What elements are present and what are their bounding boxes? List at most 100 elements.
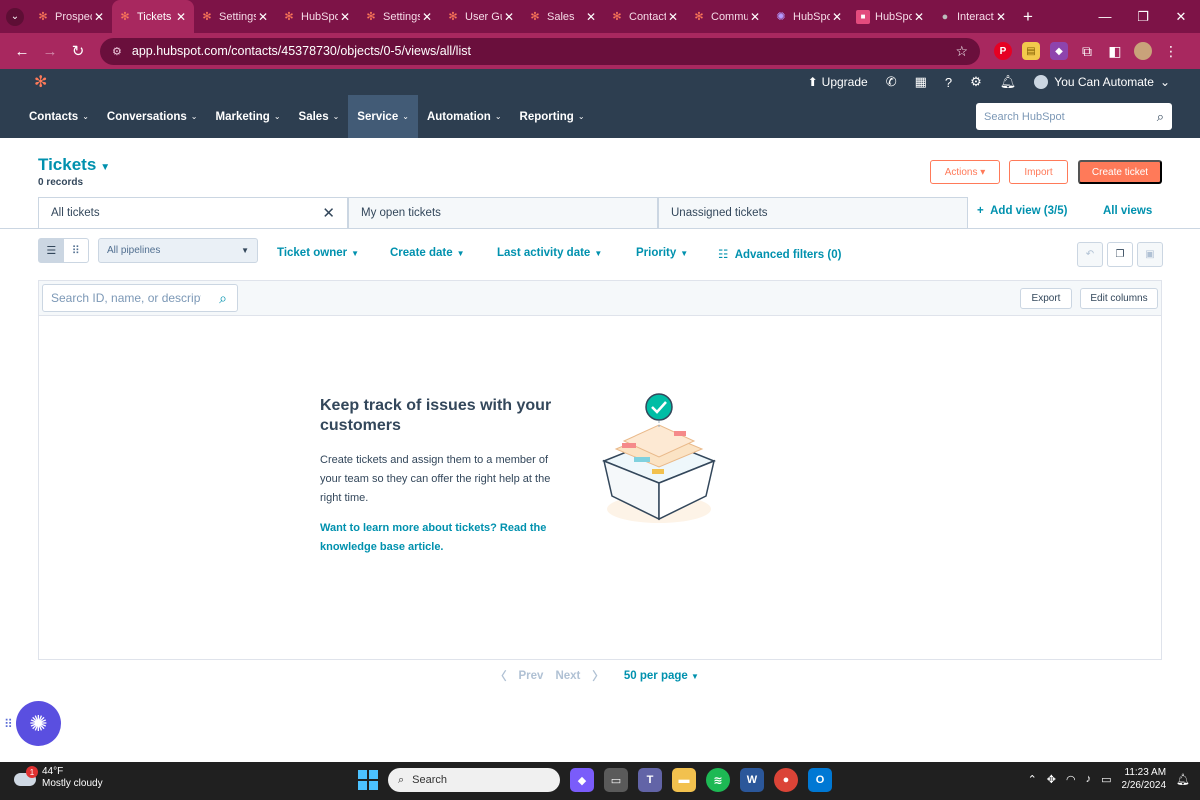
actions-button[interactable]: Actions ▾ — [930, 160, 1000, 184]
list-view-icon[interactable]: ☰ — [39, 239, 64, 262]
table-search-input[interactable] — [51, 291, 201, 305]
dropbox-icon[interactable]: ✥ — [1047, 773, 1056, 786]
advanced-filters-button[interactable]: ☷ Advanced filters (0) — [718, 247, 841, 261]
close-icon[interactable]: ✕ — [256, 10, 270, 24]
back-icon[interactable]: ← — [8, 43, 36, 60]
next-page-button[interactable]: Next — [555, 670, 580, 682]
close-icon[interactable]: ✕ — [830, 10, 844, 24]
profile-avatar-icon[interactable] — [1134, 42, 1152, 60]
page-title[interactable]: Tickets ▼ — [38, 155, 110, 175]
nav-marketing[interactable]: Marketing ⌄ — [207, 95, 290, 138]
nav-contacts[interactable]: Contacts ⌄ — [20, 95, 98, 138]
chrome-icon[interactable]: ● — [774, 768, 798, 792]
browser-tab[interactable]: ● Interact ✕ — [932, 0, 1014, 33]
prev-page-button[interactable]: Prev — [519, 670, 544, 682]
calling-icon[interactable]: ✆ — [886, 74, 897, 90]
copilot-icon[interactable]: ◆ — [570, 768, 594, 792]
browser-tab[interactable]: ■HubSpot✕ — [850, 0, 932, 33]
close-window-icon[interactable]: ✕ — [1162, 9, 1200, 25]
notifications-bell-icon[interactable]: 🔔︎ — [1000, 74, 1017, 90]
all-views-link[interactable]: All views — [1103, 205, 1152, 217]
upgrade-button[interactable]: ⬆ Upgrade — [808, 75, 868, 89]
nav-sales[interactable]: Sales ⌄ — [290, 95, 349, 138]
bookmark-star-icon[interactable]: ☆ — [955, 43, 968, 60]
search-icon[interactable]: ⌕ — [1157, 109, 1164, 125]
tab-my-open-tickets[interactable]: My open tickets — [348, 197, 658, 229]
drag-handle-icon[interactable]: ⠿ — [4, 717, 13, 731]
reload-icon[interactable]: ↻ — [64, 42, 92, 60]
teams-icon[interactable]: T — [638, 768, 662, 792]
browser-tab[interactable]: ✻Prospects✕ — [30, 0, 112, 33]
minimize-icon[interactable]: — — [1086, 9, 1124, 25]
battery-icon[interactable]: ▭ — [1101, 773, 1111, 786]
per-page-select[interactable]: 50 per page ▼ — [624, 670, 699, 682]
side-panel-icon[interactable]: ◧ — [1106, 42, 1124, 60]
weather-widget[interactable]: 1 44°F Mostly cloudy — [14, 766, 103, 790]
browser-tab[interactable]: ✻ Settings ✕ — [194, 0, 276, 33]
help-icon[interactable]: ? — [945, 75, 952, 90]
browser-tab[interactable]: ✻ Settings ✕ — [358, 0, 440, 33]
knowledge-base-link[interactable]: Want to learn more about tickets? Read t… — [320, 519, 560, 557]
undo-icon[interactable]: ↶ — [1077, 242, 1103, 267]
close-icon[interactable]: ✕ — [748, 10, 762, 24]
search-icon[interactable]: ⌕ — [219, 290, 227, 307]
chevron-right-icon[interactable]: 〉 — [592, 668, 604, 684]
add-view-button[interactable]: + Add view (3/5) — [977, 205, 1067, 217]
taskbar-search[interactable]: ⌕ Search — [388, 768, 560, 792]
windows-start-icon[interactable] — [358, 770, 378, 790]
browser-tab[interactable]: ✻Community✕ — [686, 0, 768, 33]
browser-tab-active[interactable]: ✻ Tickets ✕ — [112, 0, 194, 33]
filter-priority[interactable]: Priority ▼ — [636, 247, 688, 259]
browser-tab[interactable]: ✻ Sales ✕ — [522, 0, 604, 33]
close-icon[interactable]: ✕ — [92, 10, 106, 24]
edit-columns-button[interactable]: Edit columns — [1080, 288, 1158, 309]
close-icon[interactable]: ✕ — [994, 10, 1008, 24]
close-icon[interactable]: ✕ — [322, 204, 335, 222]
tab-search-button[interactable]: ⌄ — [0, 0, 30, 33]
import-button[interactable]: Import — [1009, 160, 1068, 184]
browser-tab[interactable]: ✻HubSpot✕ — [276, 0, 358, 33]
nav-reporting[interactable]: Reporting ⌄ — [511, 95, 594, 138]
chevron-up-icon[interactable]: ⌃ — [1028, 773, 1037, 786]
filter-last-activity-date[interactable]: Last activity date ▼ — [497, 247, 602, 259]
word-icon[interactable]: W — [740, 768, 764, 792]
new-tab-button[interactable]: + — [1014, 7, 1042, 27]
create-ticket-button[interactable]: Create ticket — [1078, 160, 1162, 184]
tab-all-tickets[interactable]: All tickets ✕ — [38, 197, 348, 229]
pinterest-icon[interactable]: P — [994, 42, 1012, 60]
marketplace-icon[interactable]: ▦ — [915, 74, 927, 90]
restore-icon[interactable]: ❐ — [1124, 9, 1162, 25]
save-view-icon[interactable]: ▣ — [1137, 242, 1163, 267]
filter-create-date[interactable]: Create date ▼ — [390, 247, 465, 259]
puzzle-icon[interactable]: ⧉ — [1078, 42, 1096, 60]
address-bar[interactable]: ⚙ app.hubspot.com/contacts/45378730/obje… — [100, 37, 980, 65]
account-menu[interactable]: You Can Automate ⌄ — [1034, 75, 1170, 89]
file-explorer-icon[interactable]: ▬ — [672, 768, 696, 792]
volume-icon[interactable]: ♪ — [1086, 773, 1092, 785]
pipeline-select[interactable]: All pipelines ▼ — [98, 238, 258, 263]
notification-bell-icon[interactable]: 🔔︎ — [1176, 773, 1190, 786]
site-info-icon[interactable]: ⚙ — [112, 45, 122, 58]
duplicate-view-icon[interactable]: ❐ — [1107, 242, 1133, 267]
help-assistant-button[interactable]: ✺ — [16, 701, 61, 746]
nav-service[interactable]: Service ⌄ — [348, 95, 418, 138]
nav-automation[interactable]: Automation ⌄ — [418, 95, 511, 138]
nav-conversations[interactable]: Conversations ⌄ — [98, 95, 207, 138]
forward-icon[interactable]: → — [36, 43, 64, 60]
outlook-icon[interactable]: O — [808, 768, 832, 792]
tab-unassigned-tickets[interactable]: Unassigned tickets — [658, 197, 968, 229]
browser-tab[interactable]: ✻Contacts✕ — [604, 0, 686, 33]
close-icon[interactable]: ✕ — [502, 10, 516, 24]
browser-tab[interactable]: ✻User Guide✕ — [440, 0, 522, 33]
close-icon[interactable]: ✕ — [912, 10, 926, 24]
hubspot-logo-icon[interactable]: ✻ — [34, 72, 47, 92]
spotify-icon[interactable]: ≋ — [706, 768, 730, 792]
board-view-icon[interactable]: ⠿ — [64, 239, 89, 262]
export-button[interactable]: Export — [1020, 288, 1072, 309]
chevron-left-icon[interactable]: 〈 — [495, 668, 507, 684]
wifi-icon[interactable]: ◠ — [1066, 773, 1076, 786]
close-icon[interactable]: ✕ — [584, 10, 598, 24]
task-view-icon[interactable]: ▭ — [604, 768, 628, 792]
close-icon[interactable]: ✕ — [666, 10, 680, 24]
filter-ticket-owner[interactable]: Ticket owner ▼ — [277, 247, 359, 259]
